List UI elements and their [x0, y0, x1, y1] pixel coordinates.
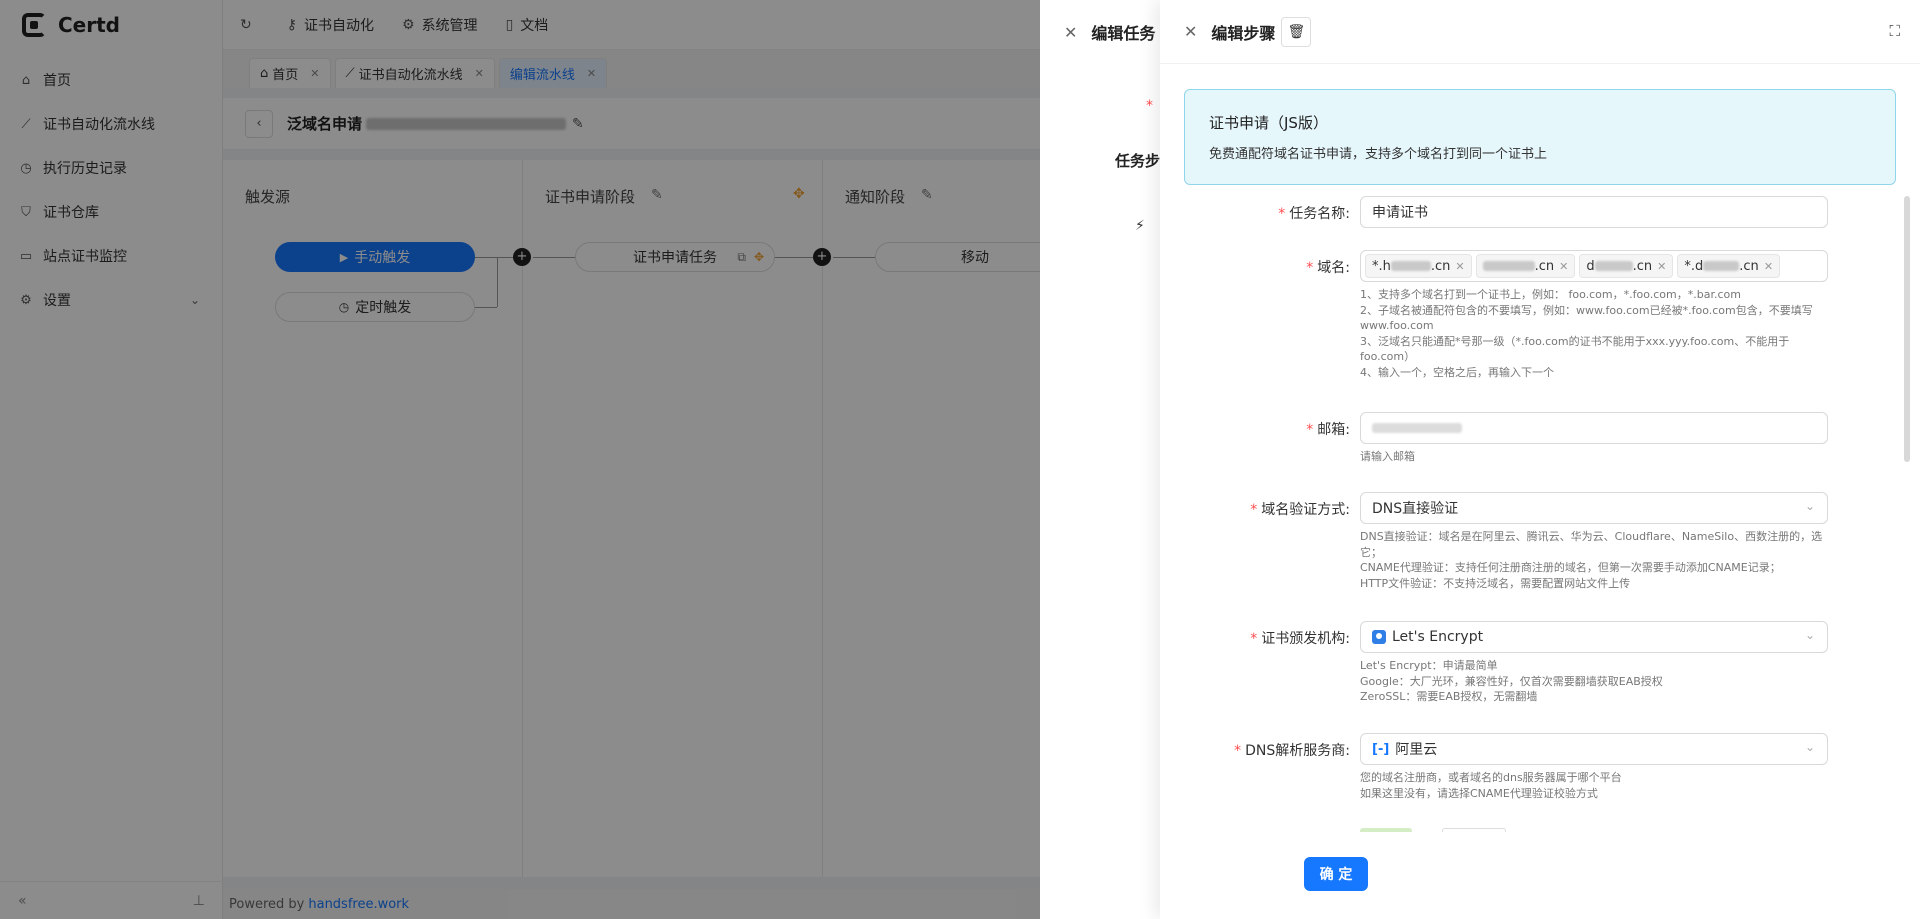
close-icon[interactable]: ✕ [1764, 260, 1773, 273]
challenge-select[interactable]: DNS直接验证 ⌄ [1360, 492, 1828, 524]
domain-tag: *.d .cn ✕ [1677, 254, 1781, 278]
task-steps-label: 任务步 [1115, 152, 1161, 170]
close-icon[interactable]: ✕ [1064, 23, 1077, 42]
form-label: * 邮箱: [1306, 422, 1350, 438]
ca-help: Let's Encrypt：申请最简单 Google：大厂光环，兼容性好，仅首次… [1360, 659, 1663, 703]
email-help: 请输入邮箱 [1360, 450, 1415, 463]
dns-provider-select[interactable]: [-] 阿里云 ⌄ [1360, 733, 1828, 765]
select-value: DNS直接验证 [1372, 501, 1459, 517]
domains-input[interactable]: *.h .cn ✕ .cn ✕ d .cn ✕ *.d .cn ✕ [1360, 250, 1828, 282]
form-label: * 证书颁发机构: [1250, 631, 1350, 647]
domain-tag: d .cn ✕ [1579, 254, 1674, 278]
drawer-title: 编辑步骤 [1211, 23, 1276, 43]
next-row-preview [1442, 828, 1506, 832]
redacted-text [1482, 261, 1535, 271]
close-icon[interactable]: ✕ [1559, 260, 1568, 273]
redacted-text [1372, 423, 1462, 433]
challenge-help: DNS直接验证：域名是在阿里云、腾讯云、华为云、Cloudflare、NameS… [1360, 530, 1823, 590]
drawer-title: 编辑任务 [1091, 24, 1156, 43]
form-label: * DNS解析服务商: [1234, 743, 1350, 759]
letsencrypt-icon [1372, 630, 1386, 644]
form-control: [-] 阿里云 ⌄ 您的域名注册商，或者域名的dns服务器属于哪个平台 如果这里… [1360, 733, 1828, 801]
plugin-card[interactable]: 证书申请（JS版） 免费通配符域名证书申请，支持多个域名打到同一个证书上 [1184, 89, 1896, 185]
domains-help: 1、支持多个域名打到一个证书上，例如： foo.com，*.foo.com，*.… [1360, 288, 1813, 379]
select-value: 阿里云 [1395, 742, 1438, 758]
domain-tag: .cn ✕ [1475, 254, 1576, 278]
close-icon[interactable]: ✕ [1455, 260, 1464, 273]
close-icon[interactable]: ✕ [1184, 22, 1197, 41]
domain-tag: *.h .cn ✕ [1365, 254, 1472, 278]
thunder-icon: ⚡ [1135, 218, 1145, 234]
form-control: 申请证书 [1360, 196, 1828, 228]
form-control: Let's Encrypt ⌄ Let's Encrypt：申请最简单 Goog… [1360, 621, 1828, 705]
chevron-down-icon: ⌄ [1804, 740, 1815, 754]
form-label: * 任务名称: [1278, 206, 1350, 222]
select-value: Let's Encrypt [1392, 629, 1484, 645]
redacted-text [1390, 261, 1431, 271]
plugin-name: 证书申请（JS版） [1209, 114, 1328, 132]
edit-step-drawer: ✕ 编辑步骤 🗑 ⛶ 证书申请（JS版） 免费通配符域名证书申请，支持多个域名打… [1160, 0, 1920, 919]
delete-step-button[interactable]: 🗑 [1281, 16, 1312, 47]
ca-select[interactable]: Let's Encrypt ⌄ [1360, 621, 1828, 653]
step-form: * 任务名称: 申请证书 * 域名: *.h .cn ✕ .cn ✕ d .cn… [1160, 192, 1920, 832]
plugin-desc: 免费通配符域名证书申请，支持多个域名打到同一个证书上 [1209, 147, 1548, 162]
form-label: * 域名: [1306, 260, 1350, 276]
next-row-preview [1360, 828, 1412, 832]
redacted-text [1703, 261, 1740, 271]
task-name-input[interactable]: 申请证书 [1360, 196, 1828, 228]
form-control: 请输入邮箱 [1360, 412, 1828, 465]
close-icon[interactable]: ✕ [1657, 260, 1666, 273]
dns-help: 您的域名注册商，或者域名的dns服务器属于哪个平台 如果这里没有，请选择CNAM… [1360, 771, 1622, 800]
form-control: *.h .cn ✕ .cn ✕ d .cn ✕ *.d .cn ✕ 1、支持多个… [1360, 250, 1828, 380]
form-control: DNS直接验证 ⌄ DNS直接验证：域名是在阿里云、腾讯云、华为云、Cloudf… [1360, 492, 1828, 591]
form-label: * 域名验证方式: [1250, 502, 1350, 518]
fullscreen-icon[interactable]: ⛶ [1889, 22, 1900, 40]
confirm-button[interactable]: 确 定 [1304, 857, 1368, 891]
trash-icon: 🗑 [1287, 23, 1306, 40]
chevron-down-icon: ⌄ [1804, 499, 1815, 513]
redacted-text [1594, 261, 1633, 271]
email-input[interactable] [1360, 412, 1828, 444]
input-value: 申请证书 [1372, 205, 1428, 221]
aliyun-icon: [-] [1372, 741, 1390, 757]
drawer-header: ✕ 编辑步骤 🗑 ⛶ [1160, 0, 1920, 64]
chevron-down-icon: ⌄ [1804, 628, 1815, 642]
required-mark: * [1146, 98, 1153, 114]
